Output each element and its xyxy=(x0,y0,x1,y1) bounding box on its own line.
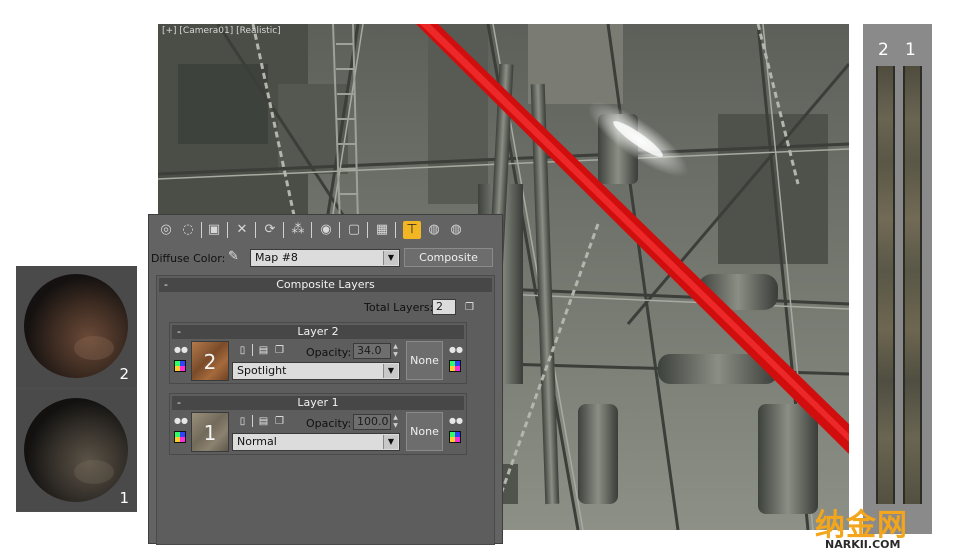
chevron-down-icon[interactable]: ▼ xyxy=(383,435,398,449)
texture-strip-panel: 2 1 xyxy=(863,24,932,534)
background-icon[interactable]: ◍ xyxy=(447,221,465,239)
reset-map-icon[interactable]: ✕ xyxy=(233,221,251,239)
opacity-spinner[interactable]: ▲ ▼ xyxy=(391,343,400,359)
swatch-number: 1 xyxy=(203,421,217,445)
opacity-spinner[interactable]: ▲ ▼ xyxy=(391,414,400,430)
color-correction-icon[interactable] xyxy=(174,431,186,443)
duplicate-layer-icon[interactable]: ▤ xyxy=(258,345,269,356)
show-map-icon[interactable]: ▢ xyxy=(345,221,363,239)
copy-layer-icon[interactable]: ❐ xyxy=(274,345,285,356)
rename-layer-icon[interactable]: ▯ xyxy=(237,345,248,356)
make-unique-icon[interactable]: ⟳ xyxy=(261,221,279,239)
strip-number: 2 xyxy=(878,40,889,60)
collapse-toggle[interactable]: - xyxy=(177,325,181,339)
layer-texture-swatch[interactable]: 2 xyxy=(191,341,229,381)
go-to-parent-icon[interactable]: ⊤ xyxy=(403,221,421,239)
layer-header[interactable]: - Layer 2 xyxy=(172,325,464,339)
texture-strip-2 xyxy=(876,66,895,504)
rename-layer-icon[interactable]: ▯ xyxy=(237,416,248,427)
material-editor-panel: ◎ ◌ ▣ ✕ ⟳ ⁂ ◉ ▢ ▦ ⊤ ◍ ◍ Diffuse Color: ✎… xyxy=(148,214,503,545)
layer-texture-swatch[interactable]: 1 xyxy=(191,412,229,452)
material-toolbar: ◎ ◌ ▣ ✕ ⟳ ⁂ ◉ ▢ ▦ ⊤ ◍ ◍ xyxy=(153,219,497,241)
blend-mode-value: Normal xyxy=(237,435,277,448)
watermark-url: NARKII.COM xyxy=(825,538,901,551)
viewport-label[interactable]: [+] [Camera01] [Realistic] xyxy=(162,26,281,36)
opacity-field[interactable]: 100.0 xyxy=(353,414,391,430)
mask-button[interactable]: None xyxy=(406,341,443,380)
layer-title: Layer 2 xyxy=(297,325,339,338)
toolbar-separator xyxy=(227,222,228,238)
diffuse-color-label: Diffuse Color: xyxy=(151,252,226,265)
map-name-field[interactable]: Map #8 ▼ xyxy=(250,249,400,267)
map-type-button[interactable]: Composite xyxy=(404,248,493,267)
collapse-toggle[interactable]: - xyxy=(177,396,181,410)
layer-2-panel: - Layer 2 ●● 2 ▯ ▤ ❐ Opacity: 34.0 ▲ ▼ Sp… xyxy=(169,322,467,384)
toolbar-separator xyxy=(255,222,256,238)
rollout-header[interactable]: - Composite Layers xyxy=(159,278,492,292)
chevron-down-icon[interactable]: ▼ xyxy=(383,251,398,265)
mask-visibility-eye-icon[interactable]: ●● xyxy=(449,417,463,425)
preview-slot-2[interactable]: 2 xyxy=(16,266,137,387)
map-name-value: Map #8 xyxy=(255,251,298,264)
toolbar-separator xyxy=(283,222,284,238)
opacity-label: Opacity: xyxy=(306,417,352,430)
separator xyxy=(252,344,253,356)
toolbar-separator xyxy=(367,222,368,238)
color-correction-icon[interactable] xyxy=(174,360,186,372)
opacity-label: Opacity: xyxy=(306,346,352,359)
put-to-scene-icon[interactable]: ◌ xyxy=(179,221,197,239)
opacity-field[interactable]: 34.0 xyxy=(353,343,391,359)
preview-number: 2 xyxy=(119,365,129,383)
material-preview-slots: 2 1 xyxy=(16,266,137,512)
material-id-channel-icon[interactable]: ◉ xyxy=(317,221,335,239)
swatch-number: 2 xyxy=(203,350,217,374)
site-watermark: 纳金网 NARKII.COM xyxy=(815,500,950,555)
visibility-eye-icon[interactable]: ●● xyxy=(174,346,188,354)
rollout-title: Composite Layers xyxy=(276,278,375,291)
total-layers-field[interactable]: 2 xyxy=(432,299,456,315)
composite-layers-rollout: - Composite Layers Total Layers: 2 ❐ - L… xyxy=(156,275,495,545)
toolbar-separator xyxy=(311,222,312,238)
put-to-library-icon[interactable]: ⁂ xyxy=(289,221,307,239)
copy-layer-icon[interactable]: ❐ xyxy=(274,416,285,427)
mask-color-correction-icon[interactable] xyxy=(449,360,461,372)
eyedropper-icon[interactable]: ✎ xyxy=(228,249,239,264)
get-material-icon[interactable]: ◎ xyxy=(157,221,175,239)
blend-mode-value: Spotlight xyxy=(237,364,287,377)
assign-material-icon[interactable]: ▣ xyxy=(205,221,223,239)
chevron-down-icon[interactable]: ▼ xyxy=(383,364,398,378)
go-forward-sibling-icon[interactable]: ◍ xyxy=(425,221,443,239)
separator xyxy=(252,415,253,427)
toolbar-separator xyxy=(395,222,396,238)
collapse-toggle[interactable]: - xyxy=(164,278,168,292)
add-layer-icon[interactable]: ❐ xyxy=(464,302,475,313)
layer-1-panel: - Layer 1 ●● 1 ▯ ▤ ❐ Opacity: 100.0 ▲ ▼ N… xyxy=(169,393,467,455)
preview-number: 1 xyxy=(119,489,129,507)
layer-title: Layer 1 xyxy=(297,396,339,409)
mask-button[interactable]: None xyxy=(406,412,443,451)
layer-header[interactable]: - Layer 1 xyxy=(172,396,464,410)
blend-mode-select[interactable]: Normal ▼ xyxy=(232,433,400,451)
texture-strip-1 xyxy=(903,66,922,504)
strip-number: 1 xyxy=(905,40,916,60)
toolbar-separator xyxy=(339,222,340,238)
mask-visibility-eye-icon[interactable]: ●● xyxy=(449,346,463,354)
mask-color-correction-icon[interactable] xyxy=(449,431,461,443)
duplicate-layer-icon[interactable]: ▤ xyxy=(258,416,269,427)
blend-mode-select[interactable]: Spotlight ▼ xyxy=(232,362,400,380)
preview-slot-1[interactable]: 1 xyxy=(16,390,137,511)
toolbar-separator xyxy=(201,222,202,238)
visibility-eye-icon[interactable]: ●● xyxy=(174,417,188,425)
total-layers-label: Total Layers: xyxy=(364,301,434,314)
show-end-result-icon[interactable]: ▦ xyxy=(373,221,391,239)
